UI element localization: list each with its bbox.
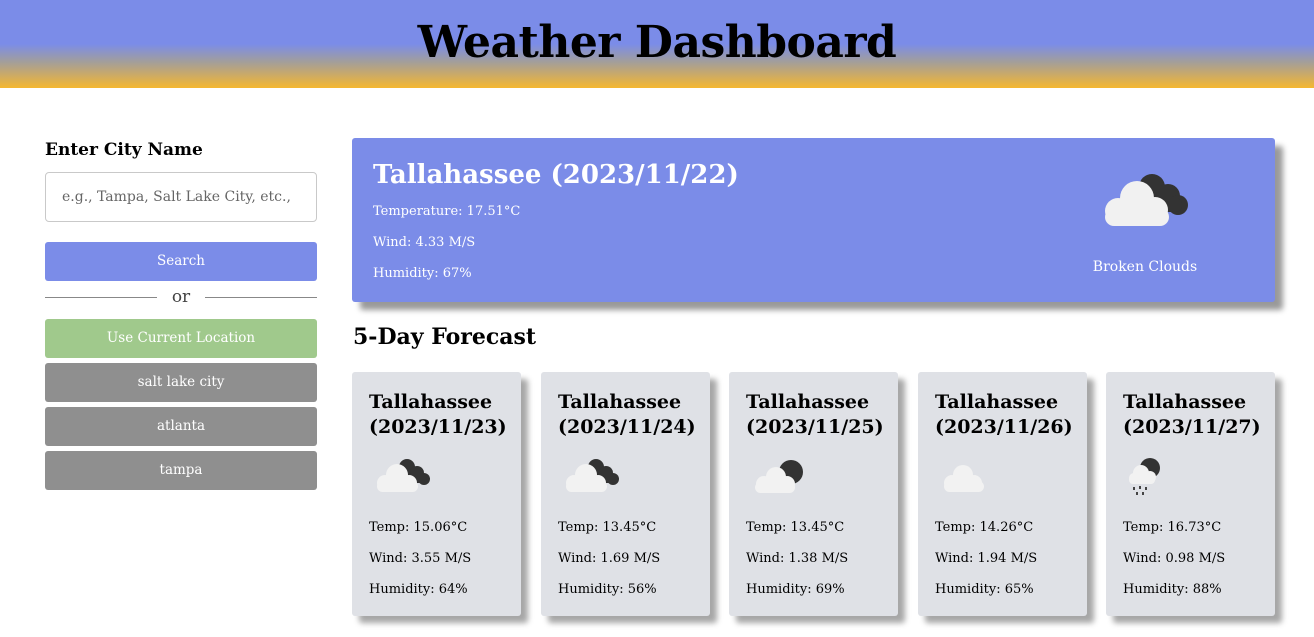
forecast-card-title: Tallahassee (2023/11/25) xyxy=(746,391,884,438)
forecast-card: Tallahassee (2023/11/24) Temp: 13.45°C W… xyxy=(541,372,710,616)
scattered-clouds-icon xyxy=(944,465,984,492)
forecast-humidity: Humidity: 64% xyxy=(369,582,468,597)
forecast-card-title: Tallahassee (2023/11/24) xyxy=(558,391,696,438)
city-input-label: Enter City Name xyxy=(45,140,203,160)
forecast-humidity: Humidity: 65% xyxy=(935,582,1034,597)
search-sidebar: Enter City Name Search or Use Current Lo… xyxy=(45,138,317,490)
rain-icon xyxy=(1129,458,1160,495)
broken-clouds-icon xyxy=(1105,174,1188,226)
or-divider: or xyxy=(45,287,317,307)
history-button-tampa[interactable]: tampa xyxy=(45,451,317,490)
forecast-card-title: Tallahassee (2023/11/26) xyxy=(935,391,1073,438)
current-weather-card: Tallahassee (2023/11/22) Temperature: 17… xyxy=(352,138,1275,302)
forecast-card-title: Tallahassee (2023/11/27) xyxy=(1123,391,1261,438)
forecast-cards: Tallahassee (2023/11/23) Temp: 15.06°C W… xyxy=(352,372,1275,616)
current-wind: Wind: 4.33 M/S xyxy=(373,235,476,250)
forecast-card: Tallahassee (2023/11/25) Temp: 13.45°C W… xyxy=(729,372,898,616)
history-button-salt-lake-city[interactable]: salt lake city xyxy=(45,363,317,402)
forecast-humidity: Humidity: 69% xyxy=(746,582,845,597)
page-title: Weather Dashboard xyxy=(417,17,897,68)
current-weather-description: Broken Clouds xyxy=(1092,259,1198,275)
overcast-clouds-icon xyxy=(755,460,803,493)
divider-line-right xyxy=(205,297,317,298)
page-header: Weather Dashboard xyxy=(0,0,1314,88)
forecast-card: Tallahassee (2023/11/26) Temp: 14.26°C W… xyxy=(918,372,1087,616)
forecast-temp: Temp: 14.26°C xyxy=(935,520,1034,535)
current-temperature: Temperature: 17.51°C xyxy=(373,204,521,219)
use-current-location-button[interactable]: Use Current Location xyxy=(45,319,317,358)
forecast-wind: Wind: 0.98 M/S xyxy=(1123,551,1226,566)
forecast-card-title: Tallahassee (2023/11/23) xyxy=(369,391,507,438)
forecast-wind: Wind: 3.55 M/S xyxy=(369,551,472,566)
forecast-temp: Temp: 16.73°C xyxy=(1123,520,1222,535)
current-weather-title: Tallahassee (2023/11/22) xyxy=(373,160,739,190)
broken-clouds-icon xyxy=(377,459,430,492)
forecast-wind: Wind: 1.94 M/S xyxy=(935,551,1038,566)
city-search-input[interactable] xyxy=(45,172,317,222)
history-button-atlanta[interactable]: atlanta xyxy=(45,407,317,446)
forecast-humidity: Humidity: 88% xyxy=(1123,582,1222,597)
forecast-humidity: Humidity: 56% xyxy=(558,582,657,597)
current-humidity: Humidity: 67% xyxy=(373,266,472,281)
forecast-temp: Temp: 13.45°C xyxy=(746,520,845,535)
divider-line-left xyxy=(45,297,157,298)
forecast-heading: 5-Day Forecast xyxy=(353,324,537,350)
or-label: or xyxy=(171,287,191,307)
search-button[interactable]: Search xyxy=(45,242,317,281)
forecast-wind: Wind: 1.69 M/S xyxy=(558,551,661,566)
forecast-card: Tallahassee (2023/11/27) Temp: 16.73°C W… xyxy=(1106,372,1275,616)
forecast-temp: Temp: 13.45°C xyxy=(558,520,657,535)
forecast-card: Tallahassee (2023/11/23) Temp: 15.06°C W… xyxy=(352,372,521,616)
broken-clouds-icon xyxy=(566,459,619,492)
forecast-wind: Wind: 1.38 M/S xyxy=(746,551,849,566)
forecast-temp: Temp: 15.06°C xyxy=(369,520,468,535)
